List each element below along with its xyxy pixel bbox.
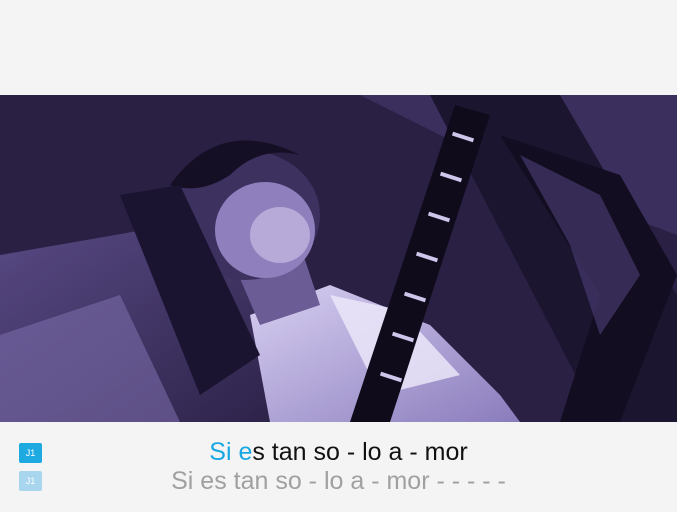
karaoke-screen: J1 Si es tan so - lo a - mor J1 Si es ta…: [0, 0, 682, 512]
music-video-frame: [0, 95, 677, 422]
next-lyric-line: Si es tan so - lo a - mor - - - - -: [171, 467, 506, 495]
top-blank-area: [0, 0, 677, 95]
lyrics-panel: J1 Si es tan so - lo a - mor J1 Si es ta…: [0, 422, 677, 512]
current-lyric-line: Si es tan so - lo a - mor: [0, 437, 677, 467]
unsung-lyric-text: s tan so - lo a - mor: [252, 438, 468, 466]
sung-lyric-text: Si e: [209, 438, 253, 466]
right-border: [677, 0, 682, 512]
guitarist-silhouette-icon: [0, 95, 677, 422]
